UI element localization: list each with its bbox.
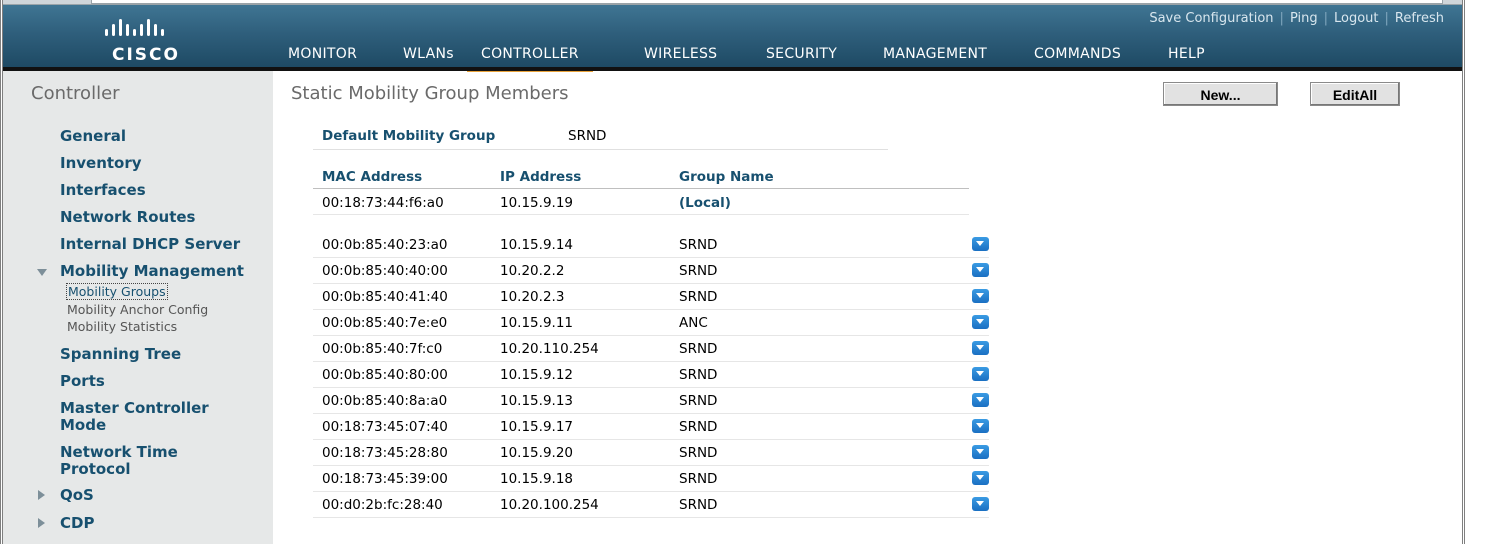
member-ip: 10.15.9.12 [500,367,573,383]
member-group: SRND [679,341,718,357]
nav-security[interactable]: SECURITY [766,43,837,68]
nav-wlans[interactable]: WLANs [403,43,454,68]
member-ip: 10.15.9.13 [500,393,573,409]
nav-monitor[interactable]: MONITOR [288,43,357,68]
member-ip: 10.20.100.254 [500,497,599,513]
sidebar-item-cdp[interactable]: CDP [60,515,94,532]
member-group: SRND [679,471,718,487]
member-ip: 10.15.9.18 [500,471,573,487]
edit-all-button[interactable]: EditAll [1310,82,1400,106]
member-group: SRND [679,393,718,409]
sidebar-title: Controller [31,83,120,104]
nav-management[interactable]: MANAGEMENT [883,43,987,68]
dropdown-arrow-icon[interactable] [972,445,989,459]
local-group: (Local) [679,195,731,211]
member-group: SRND [679,497,718,513]
member-group: SRND [679,445,718,461]
sidebar-item-spanning-tree[interactable]: Spanning Tree [60,346,181,363]
logout-link[interactable]: Logout [1334,11,1379,26]
member-mac: 00:0b:85:40:41:40 [322,289,448,305]
sidebar-item-ports[interactable]: Ports [60,373,105,390]
sidebar-item-network-routes[interactable]: Network Routes [60,209,195,226]
member-ip: 10.20.2.3 [500,289,565,305]
sidebar-item-internal-dhcp-server[interactable]: Internal DHCP Server [60,236,240,253]
member-mac: 00:0b:85:40:80:00 [322,367,448,383]
member-group: ANC [679,315,708,331]
sidebar-item-inventory[interactable]: Inventory [60,155,142,172]
page-title: Static Mobility Group Members [291,83,569,104]
member-mac: 00:18:73:45:07:40 [322,419,448,435]
expanded-triangle-icon[interactable] [37,269,47,276]
dropdown-arrow-icon[interactable] [972,289,989,303]
sidebar-subitem-mobility-statistics[interactable]: Mobility Statistics [67,319,177,334]
collapsed-triangle-icon[interactable] [38,490,45,500]
member-group: SRND [679,237,718,253]
sidebar: Controller General Inventory Interfaces … [3,71,273,544]
new-button[interactable]: New... [1163,82,1278,106]
member-ip: 10.15.9.14 [500,237,573,253]
member-ip: 10.15.9.11 [500,315,573,331]
member-ip: 10.15.9.20 [500,445,573,461]
nav-wireless[interactable]: WIRELESS [644,43,717,68]
dropdown-arrow-icon[interactable] [972,393,989,407]
column-header-mac: MAC Address [322,169,423,185]
sidebar-subitem-mobility-anchor-config[interactable]: Mobility Anchor Config [67,302,208,317]
dropdown-arrow-icon[interactable] [972,497,989,511]
column-header-group: Group Name [679,169,774,185]
dropdown-arrow-icon[interactable] [972,315,989,329]
member-mac: 00:0b:85:40:7f:c0 [322,341,443,357]
sidebar-item-qos[interactable]: QoS [60,487,94,504]
member-mac: 00:d0:2b:fc:28:40 [322,497,443,513]
cisco-wordmark: CISCO [112,45,180,65]
default-mobility-group-value: SRND [568,128,607,144]
sidebar-item-general[interactable]: General [60,128,126,145]
dropdown-arrow-icon[interactable] [972,471,989,485]
nav-commands[interactable]: COMMANDS [1034,43,1121,68]
dropdown-arrow-icon[interactable] [972,341,989,355]
cisco-logo: CISCO [91,17,201,67]
member-ip: 10.20.2.2 [500,263,565,279]
sidebar-item-interfaces[interactable]: Interfaces [60,182,146,199]
member-ip: 10.15.9.17 [500,419,573,435]
member-mac: 00:18:73:45:39:00 [322,471,448,487]
member-mac: 00:0b:85:40:40:00 [322,263,448,279]
member-mac: 00:0b:85:40:23:a0 [322,237,448,253]
save-configuration-link[interactable]: Save Configuration [1149,11,1273,26]
member-mac: 00:0b:85:40:8a:a0 [322,393,448,409]
local-ip: 10.15.9.19 [500,195,573,211]
dropdown-arrow-icon[interactable] [972,237,989,251]
dropdown-arrow-icon[interactable] [972,263,989,277]
local-mac: 00:18:73:44:f6:a0 [322,195,444,211]
sidebar-subitem-mobility-groups[interactable]: Mobility Groups [66,283,168,300]
nav-help[interactable]: HELP [1168,43,1205,68]
sidebar-item-mobility-management[interactable]: Mobility Management [60,263,244,280]
dropdown-arrow-icon[interactable] [972,419,989,433]
member-group: SRND [679,289,718,305]
ping-link[interactable]: Ping [1290,11,1318,26]
member-group: SRND [679,367,718,383]
refresh-link[interactable]: Refresh [1395,11,1444,26]
member-group: SRND [679,419,718,435]
browser-frame: CISCO Save Configuration | Ping | Logout | Ref… [0,0,1465,544]
column-header-ip: IP Address [500,169,582,185]
member-mac: 00:0b:85:40:7e:e0 [322,315,448,331]
member-ip: 10.20.110.254 [500,341,599,357]
sidebar-item-master-controller-mode[interactable]: Master Controller Mode [60,400,235,434]
collapsed-triangle-icon[interactable] [38,518,45,528]
default-mobility-group-label: Default Mobility Group [322,128,496,144]
header-bar: CISCO Save Configuration | Ping | Logout | Ref… [3,5,1462,72]
member-group: SRND [679,263,718,279]
member-mac: 00:18:73:45:28:80 [322,445,448,461]
cisco-bridge-icon [105,19,164,36]
utility-links: Save Configuration | Ping | Logout | Refresh [1149,11,1444,26]
dropdown-arrow-icon[interactable] [972,367,989,381]
sidebar-item-network-time-protocol[interactable]: Network Time Protocol [60,444,210,478]
